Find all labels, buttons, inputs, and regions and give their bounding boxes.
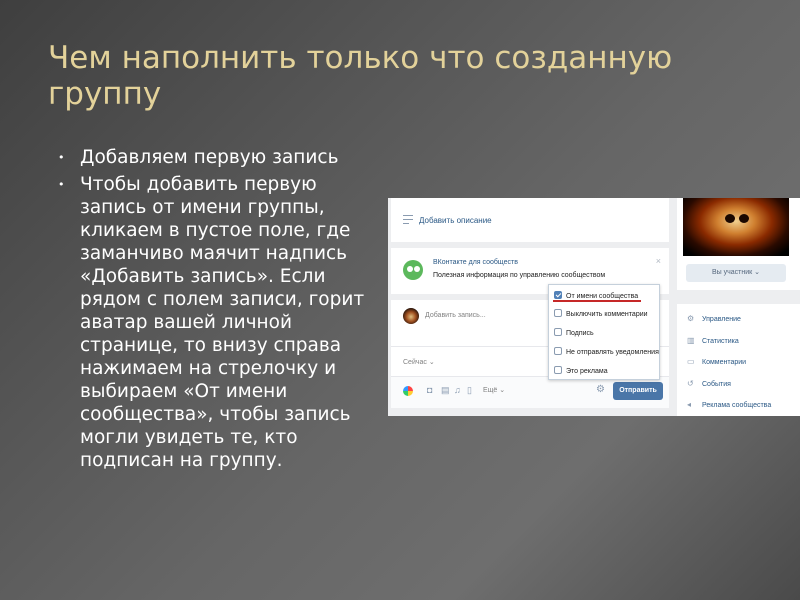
- bullet-list: • Добавляем первую запись • Чтобы добави…: [56, 146, 386, 476]
- option-label: Подпись: [566, 330, 594, 337]
- option-advertisement[interactable]: Это реклама: [554, 366, 608, 375]
- checkbox[interactable]: [554, 328, 562, 336]
- checkbox[interactable]: [554, 366, 562, 374]
- camera-icon[interactable]: ◘: [427, 385, 432, 395]
- ads-icon: ◂: [687, 400, 692, 409]
- option-from-community[interactable]: От имени сообщества: [554, 291, 638, 300]
- poster-icon[interactable]: [403, 386, 413, 396]
- option-disable-comments[interactable]: Выключить комментарии: [554, 309, 648, 318]
- bullet-text: Чтобы добавить первую запись от имени гр…: [80, 174, 365, 471]
- community-menu: ⚙ Управление ▥ Статистика ▭ Комментарии ↺ Со…: [677, 304, 800, 416]
- music-icon[interactable]: ♫: [454, 385, 461, 395]
- bullet-item: • Чтобы добавить первую запись от имени …: [56, 173, 386, 472]
- menu-item-statistics[interactable]: ▥ Статистика: [687, 336, 739, 345]
- more-button[interactable]: Ещё ⌄: [483, 386, 505, 394]
- bullet-text: Добавляем первую запись: [80, 147, 339, 168]
- send-button[interactable]: Отправить: [613, 382, 663, 400]
- option-label: Выключить комментарии: [566, 311, 648, 318]
- checkbox[interactable]: [554, 347, 562, 355]
- highlight-underline: [553, 300, 641, 302]
- menu-item-events[interactable]: ↺ События: [687, 379, 731, 388]
- events-icon: ↺: [687, 379, 694, 388]
- checkbox[interactable]: [554, 309, 562, 317]
- promo-subtitle: Полезная информация по управлению сообще…: [433, 272, 606, 279]
- add-description-link[interactable]: Добавить описание: [419, 216, 492, 225]
- gear-icon: ⚙: [687, 314, 695, 323]
- post-composer: Добавить запись... Сейчас ⌄ ◘ ▤ ♫ ▯ Ещё …: [391, 284, 669, 408]
- comments-icon: ▭: [687, 357, 695, 366]
- community-avatar-image: [683, 198, 789, 256]
- menu-label: Реклама сообщества: [702, 402, 772, 409]
- member-button[interactable]: Вы участник ⌄: [686, 264, 786, 282]
- menu-label: Комментарии: [702, 359, 747, 366]
- document-icon[interactable]: ▯: [467, 385, 472, 396]
- option-label: Не отправлять уведомления: [566, 349, 659, 356]
- option-signature[interactable]: Подпись: [554, 328, 594, 337]
- promo-title[interactable]: ВКонтакте для сообществ: [433, 259, 518, 266]
- bullet-item: • Добавляем первую запись: [56, 146, 386, 169]
- option-no-notifications[interactable]: Не отправлять уведомления: [554, 347, 659, 356]
- menu-label: Управление: [702, 316, 741, 323]
- slide-title: Чем наполнить только что созданную групп…: [48, 40, 673, 112]
- community-cover-card: Вы участник ⌄: [677, 198, 800, 290]
- statistics-icon: ▥: [687, 336, 695, 345]
- avatar: [403, 308, 419, 324]
- description-card: Добавить описание: [391, 198, 669, 242]
- menu-label: Статистика: [702, 338, 739, 345]
- post-options-dropdown: От имени сообщества Выключить комментари…: [548, 284, 660, 380]
- video-icon[interactable]: ▤: [441, 385, 450, 396]
- option-label: Это реклама: [566, 368, 608, 375]
- gear-icon[interactable]: ⚙: [596, 384, 605, 395]
- post-input[interactable]: Добавить запись...: [425, 312, 486, 319]
- vk-screenshot: Добавить описание ВКонтакте для сообщест…: [388, 198, 800, 416]
- menu-label: События: [702, 381, 731, 388]
- menu-item-comments[interactable]: ▭ Комментарии: [687, 357, 746, 366]
- menu-item-ads[interactable]: ◂ Реклама сообщества: [687, 400, 771, 409]
- bullet-icon: •: [58, 178, 65, 191]
- option-label: От имени сообщества: [566, 293, 639, 300]
- menu-item-manage[interactable]: ⚙ Управление: [687, 314, 741, 323]
- bullet-icon: •: [58, 151, 65, 164]
- close-icon[interactable]: ×: [656, 256, 661, 266]
- post-time-select[interactable]: Сейчас ⌄: [403, 358, 435, 366]
- checkbox[interactable]: [554, 291, 562, 299]
- community-logo-icon: [403, 260, 423, 280]
- description-icon: [403, 215, 413, 227]
